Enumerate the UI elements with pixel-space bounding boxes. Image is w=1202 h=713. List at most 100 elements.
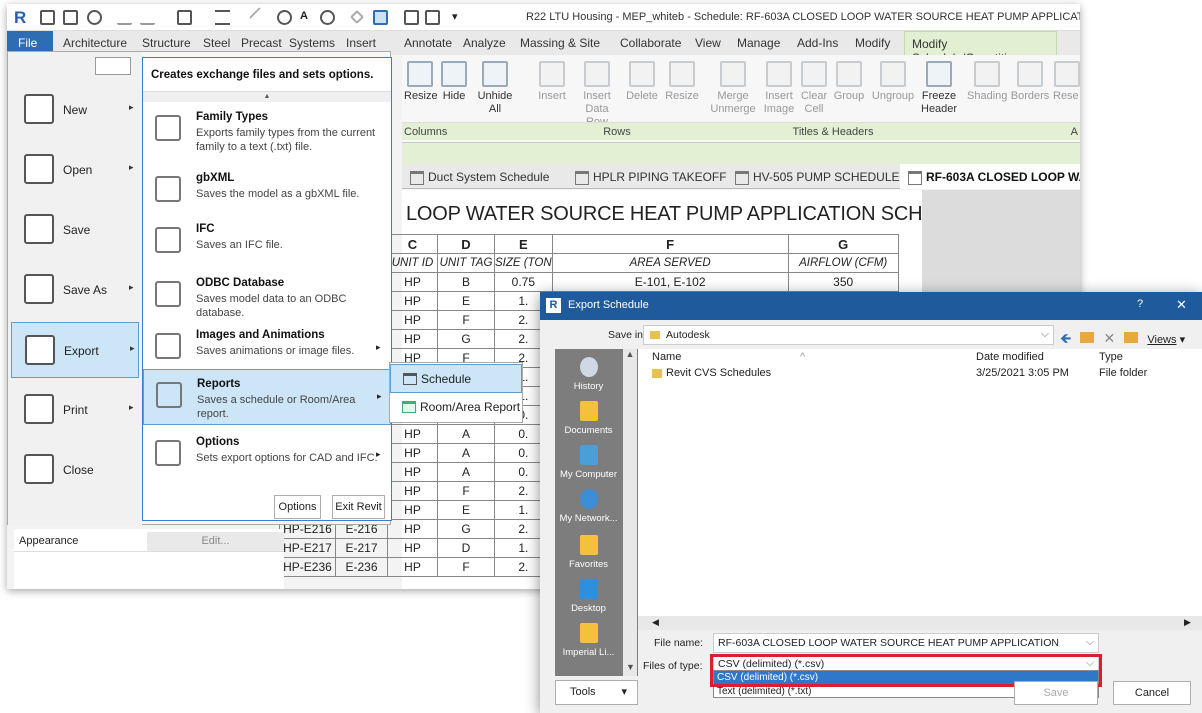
tab-insert[interactable]: Insert <box>346 36 376 50</box>
save-in-dropdown[interactable]: Autodesk ⌵ <box>643 325 1054 345</box>
tab-precast[interactable]: Precast <box>241 36 282 50</box>
table-cell[interactable]: A <box>437 424 495 444</box>
tab-view[interactable]: View <box>695 36 721 50</box>
tab-analyze[interactable]: Analyze <box>463 36 506 50</box>
table-cell[interactable]: D <box>437 538 495 558</box>
save-icon[interactable] <box>63 10 78 25</box>
table-cell[interactable]: HP-E217 <box>279 538 336 558</box>
insert-image-button[interactable]: Insert Image <box>761 61 797 116</box>
tab-architecture[interactable]: Architecture <box>63 36 127 50</box>
scroll-up-icon[interactable]: ▲ <box>626 349 635 359</box>
view-tab-duct-system[interactable]: Duct System Schedule <box>402 164 567 189</box>
appearance-edit-button[interactable]: Edit... <box>147 532 284 551</box>
place-imperial-library[interactable]: Imperial Li... <box>555 623 622 658</box>
column-name[interactable]: Name <box>652 351 681 363</box>
tab-annotate[interactable]: Annotate <box>404 36 452 50</box>
place-history[interactable]: History <box>555 357 622 392</box>
view-tab-hv505[interactable]: HV-505 PUMP SCHEDULE <box>727 164 900 189</box>
column-type[interactable]: Type <box>1099 351 1123 363</box>
scroll-down-icon[interactable]: ▼ <box>626 662 635 672</box>
place-my-network[interactable]: My Network... <box>555 489 622 524</box>
horizontal-scrollbar[interactable]: ◀ ▶ <box>638 616 1202 630</box>
file-menu-new[interactable]: New ▸ <box>11 82 139 138</box>
table-cell[interactable]: E <box>437 291 495 311</box>
table-cell[interactable]: SIZE (TON <box>494 253 553 273</box>
hide-button[interactable]: Hide <box>440 61 468 103</box>
scroll-left-icon[interactable]: ◀ <box>652 617 659 628</box>
group-button[interactable]: Group <box>832 61 866 103</box>
insert-row-button[interactable]: Insert <box>534 61 570 103</box>
table-cell[interactable]: HP-E236 <box>279 557 336 577</box>
shading-button[interactable]: Shading <box>967 61 1007 103</box>
table-cell[interactable]: F <box>551 234 789 254</box>
table-cell[interactable]: HP <box>387 538 438 558</box>
scroll-right-icon[interactable]: ▶ <box>1184 617 1191 628</box>
file-menu-close[interactable]: Close <box>11 442 139 498</box>
open-icon[interactable] <box>40 10 55 25</box>
measure-icon[interactable] <box>215 10 230 25</box>
table-cell[interactable]: E <box>437 500 495 520</box>
recent-documents-icon[interactable] <box>95 57 131 75</box>
table-cell[interactable]: D <box>437 234 495 254</box>
table-cell[interactable]: B <box>437 272 495 292</box>
help-button[interactable]: ? <box>1137 298 1143 310</box>
tab-add-ins[interactable]: Add-Ins <box>797 36 838 50</box>
tag-icon[interactable] <box>277 10 292 25</box>
options-button[interactable]: Options <box>274 495 321 519</box>
place-favorites[interactable]: Favorites <box>555 535 622 570</box>
cancel-button[interactable]: Cancel <box>1113 681 1191 705</box>
views-dropdown-icon[interactable]: ▾ <box>1180 334 1186 346</box>
thin-lines-icon[interactable] <box>373 10 388 25</box>
table-cell[interactable]: 0.75 <box>494 272 553 292</box>
switch-windows-icon[interactable] <box>425 10 440 25</box>
export-reports[interactable]: Reports Saves a schedule or Room/Area rep… <box>143 369 391 425</box>
tab-systems[interactable]: Systems <box>289 36 335 50</box>
file-menu-export[interactable]: Export ▸ <box>11 322 139 378</box>
resize-row-button[interactable]: Resize <box>664 61 700 103</box>
table-cell[interactable]: E-101, E-102 <box>551 272 789 292</box>
print-icon[interactable] <box>177 10 192 25</box>
tab-structure[interactable]: Structure <box>142 36 191 50</box>
table-cell[interactable]: HP <box>387 424 438 444</box>
view-tab-rf603a[interactable]: RF-603A CLOSED LOOP WAT <box>900 164 1080 189</box>
tab-modify-schedule[interactable]: Modify Schedule/Quantities <box>904 31 1057 65</box>
table-cell[interactable]: F <box>437 310 495 330</box>
table-cell[interactable]: E <box>494 234 553 254</box>
table-cell[interactable]: G <box>437 329 495 349</box>
table-cell[interactable]: UNIT ID <box>387 253 438 273</box>
table-cell[interactable]: HP <box>387 481 438 501</box>
section-icon[interactable] <box>349 9 365 25</box>
flyout-schedule[interactable]: Schedule <box>390 364 522 393</box>
export-options[interactable]: Options Sets export options for CAD and I… <box>143 428 391 484</box>
insert-data-row-button[interactable]: Insert Data Row <box>574 61 620 129</box>
file-menu-save-as[interactable]: Save As ▸ <box>11 262 139 318</box>
table-cell[interactable]: HP <box>387 557 438 577</box>
table-cell[interactable]: HP <box>387 500 438 520</box>
export-gbxml[interactable]: gbXML Saves the model as a gbXML file. <box>143 164 391 220</box>
file-menu-save[interactable]: Save <box>11 202 139 258</box>
table-cell[interactable]: HP <box>387 462 438 482</box>
freeze-header-button[interactable]: Freeze Header <box>921 61 957 116</box>
table-cell[interactable]: C <box>387 234 438 254</box>
table-cell[interactable]: A <box>437 462 495 482</box>
table-cell[interactable]: G <box>787 234 899 254</box>
views-button[interactable]: Views <box>1147 334 1176 346</box>
redo-icon[interactable] <box>140 10 155 25</box>
tools-button[interactable]: Tools ▾ <box>555 680 638 705</box>
column-date-modified[interactable]: Date modified <box>976 351 1044 363</box>
file-menu-open[interactable]: Open ▸ <box>11 142 139 198</box>
back-arrow-icon[interactable]: 🡸 <box>1060 330 1071 346</box>
place-desktop[interactable]: Desktop <box>555 579 622 614</box>
file-menu-print[interactable]: Print ▸ <box>11 382 139 438</box>
tab-steel[interactable]: Steel <box>203 36 230 50</box>
sync-icon[interactable] <box>87 10 102 25</box>
export-ifc[interactable]: IFC Saves an IFC file. <box>143 215 391 271</box>
table-cell[interactable]: G <box>437 519 495 539</box>
table-cell[interactable]: AREA SERVED <box>551 253 789 273</box>
place-documents[interactable]: Documents <box>555 401 622 436</box>
table-cell[interactable]: 350 <box>787 272 899 292</box>
table-cell[interactable]: F <box>437 481 495 501</box>
view-tab-hplr-piping[interactable]: HPLR PIPING TAKEOFF <box>567 164 727 189</box>
flyout-room-area-report[interactable]: Room/Area Report <box>390 393 522 422</box>
place-my-computer[interactable]: My Computer <box>555 445 622 480</box>
